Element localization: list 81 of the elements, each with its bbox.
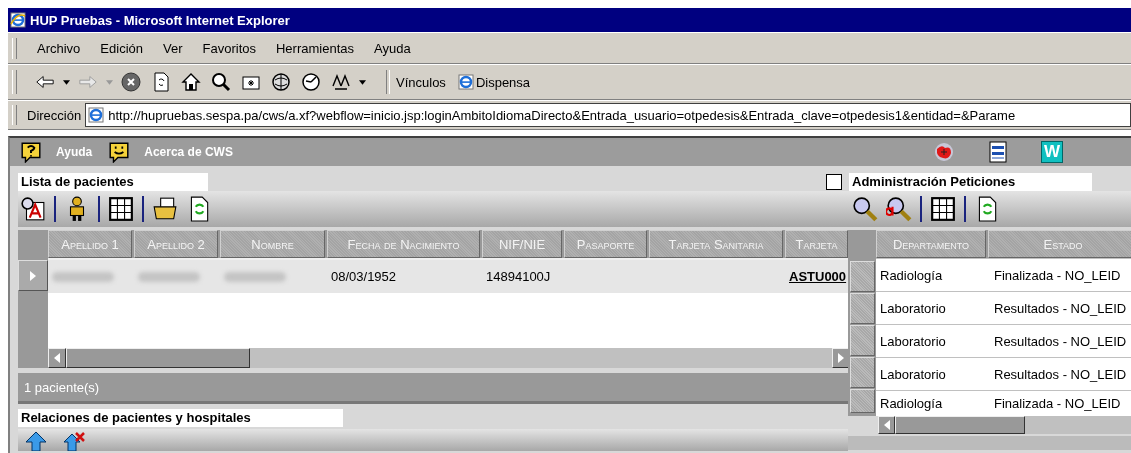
row-selector[interactable]	[18, 260, 48, 291]
header-link[interactable]: Ayuda	[56, 145, 93, 159]
column-header[interactable]: Departamento	[876, 230, 986, 258]
menu-item[interactable]: Ayuda	[364, 40, 421, 56]
grid-icon[interactable]	[108, 196, 134, 222]
home-icon[interactable]	[181, 72, 201, 92]
browser-logo-icon	[10, 12, 26, 28]
column-header[interactable]: NIF/NIE	[482, 230, 562, 258]
table-cell-text: Finalizada - NO_LEID	[993, 396, 1121, 411]
menu-item[interactable]: Archivo	[27, 40, 91, 56]
column-header[interactable]: Apellido 2	[134, 230, 218, 258]
sheet-icon[interactable]	[987, 141, 1009, 163]
menu-item[interactable]: Herramientas	[266, 40, 364, 56]
window-title: HUP Pruebas - Microsoft Internet Explorer	[30, 12, 290, 28]
scrollbar-thumb[interactable]	[66, 348, 250, 368]
table-cell: 08/03/1952	[331, 269, 397, 284]
table-cell-text: Radiología	[879, 396, 944, 411]
back-arrow-icon[interactable]	[35, 72, 55, 92]
menu-item[interactable]: Edición	[90, 40, 153, 56]
browser-logo-icon	[457, 74, 474, 90]
menu-item[interactable]: Favoritos	[192, 40, 266, 56]
address-label: Dirección	[27, 107, 82, 123]
table-cell-text: Resultados - NO_LEID	[993, 300, 1127, 316]
row-selector[interactable]	[850, 357, 875, 388]
smiley-icon[interactable]	[108, 141, 131, 163]
column-header[interactable]: Apellido 1	[48, 230, 132, 258]
header-link[interactable]: Acerca de CWS	[144, 145, 233, 159]
table-cell-text: Resultados - NO_LEID	[993, 333, 1127, 349]
help-icon[interactable]	[20, 141, 42, 163]
scrollbar-thumb[interactable]	[895, 416, 1025, 434]
blurred-text	[52, 271, 114, 282]
checkbox[interactable]	[826, 174, 842, 190]
scroll-left-icon[interactable]	[883, 420, 890, 430]
row-pointer-icon	[30, 270, 36, 281]
column-header[interactable]: Fecha de Nacimiento	[327, 230, 480, 258]
up-arrow-icon[interactable]	[24, 431, 48, 451]
magnifier-icon[interactable]	[852, 196, 878, 222]
table-cell-text: Laboratorio	[879, 333, 947, 349]
menu-item[interactable]: Ver	[153, 40, 193, 56]
section-title: Relaciones de pacientes y hospitales	[18, 409, 343, 427]
scroll-left-icon[interactable]	[54, 353, 60, 363]
column-header[interactable]: Tarjeta	[785, 230, 848, 258]
row-selector[interactable]	[850, 389, 875, 413]
splat-icon[interactable]	[933, 141, 955, 163]
card-link[interactable]: ASTU000	[789, 269, 847, 284]
grid-icon[interactable]	[930, 196, 956, 222]
address-field[interactable]: http://hupruebas.sespa.pa/cws/a.xf?webflow=inicio.jsp:loginAmbitoIdiomaDirecto&Entrada_usuario=otpedesis&Entrada_clave=otpedesis1&entidad=&Parame	[85, 103, 1131, 127]
row-selector[interactable]	[850, 261, 875, 292]
column-header[interactable]: Estado	[988, 230, 1131, 258]
word-processor-button[interactable]: W	[1041, 141, 1063, 163]
links-label: Vínculos	[396, 74, 446, 90]
caret-icon[interactable]	[63, 79, 70, 85]
caret-icon[interactable]	[359, 79, 366, 85]
blurred-text	[224, 271, 286, 282]
favorite-link[interactable]: Dispensa	[457, 74, 531, 90]
horizontal-scrollbar[interactable]	[48, 348, 850, 368]
column-header[interactable]: Nombre	[220, 230, 325, 258]
table-cell-text: Finalizada - NO_LEID	[993, 267, 1121, 283]
section-title: Lista de pacientes	[18, 173, 208, 191]
folder-document-icon[interactable]	[152, 196, 178, 222]
record-count: 1 paciente(s)	[24, 379, 100, 395]
row-selector[interactable]	[850, 325, 875, 356]
scroll-right-icon[interactable]	[838, 353, 844, 363]
table-cell-text: Laboratorio	[879, 366, 947, 382]
column-header[interactable]: Tarjeta Sanitaria	[649, 230, 783, 258]
table-cell: 14894100J	[486, 269, 551, 284]
up-arrow-delete-icon[interactable]	[62, 431, 86, 451]
horizontal-scrollbar[interactable]	[878, 416, 1131, 434]
table-cell-text: Radiología	[879, 267, 944, 283]
browser-logo-icon	[88, 107, 105, 123]
table-cell-text: Laboratorio	[879, 300, 947, 316]
section-title: Administración Peticiones	[849, 173, 1092, 191]
blurred-text	[138, 271, 200, 282]
column-header[interactable]: Pasaporte	[564, 230, 647, 258]
search-icon[interactable]	[211, 72, 231, 92]
globe-icon[interactable]	[271, 72, 291, 92]
find-letter-icon[interactable]	[20, 196, 46, 222]
table-cell-text: Resultados - NO_LEID	[993, 366, 1127, 382]
row-selector[interactable]	[850, 293, 875, 324]
stop-icon[interactable]	[121, 72, 141, 92]
refresh-icon[interactable]	[151, 72, 171, 92]
